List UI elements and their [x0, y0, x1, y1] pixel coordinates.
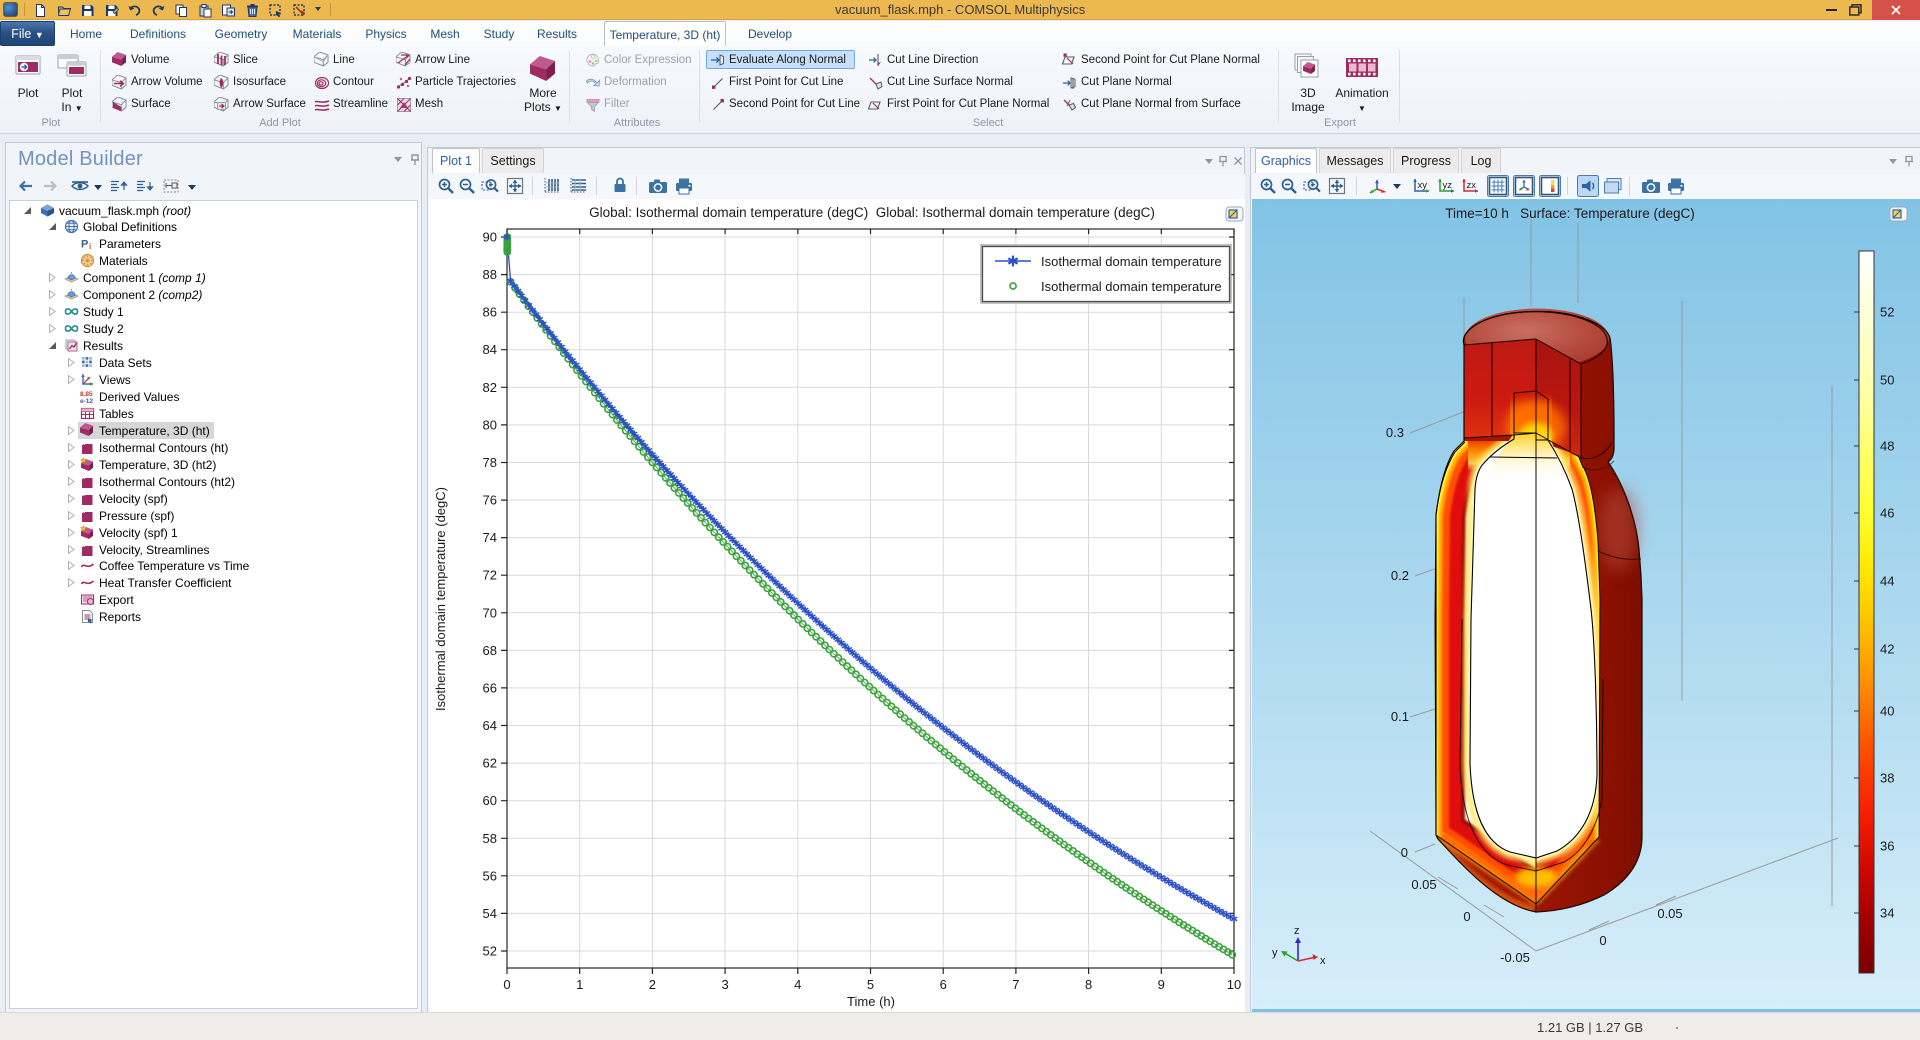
svg-text:9: 9 [1158, 977, 1165, 992]
svg-text:0.05: 0.05 [1657, 906, 1682, 921]
svg-text:x: x [1320, 955, 1326, 967]
svg-text:y: y [1272, 947, 1278, 959]
svg-text:0: 0 [1599, 933, 1606, 948]
svg-text:60: 60 [483, 793, 497, 808]
svg-text:40: 40 [1880, 704, 1894, 719]
svg-text:70: 70 [483, 605, 497, 620]
svg-text:*: * [81, 440, 86, 452]
svg-text:e-12: e-12 [80, 398, 93, 404]
svg-text:54: 54 [483, 906, 497, 921]
svg-text:52: 52 [483, 944, 497, 959]
svg-text:0: 0 [1401, 845, 1408, 860]
svg-text:52: 52 [1880, 305, 1894, 320]
svg-text:58: 58 [483, 831, 497, 846]
svg-text:i: i [89, 242, 91, 251]
svg-text:48: 48 [1880, 439, 1894, 454]
svg-text:62: 62 [483, 756, 497, 771]
svg-text:50: 50 [1880, 373, 1894, 388]
svg-text:10: 10 [1227, 977, 1241, 992]
svg-text:72: 72 [483, 568, 497, 583]
svg-text:zx: zx [1467, 180, 1477, 191]
svg-text:0.2: 0.2 [1391, 568, 1409, 583]
svg-text:64: 64 [483, 718, 497, 733]
svg-text:74: 74 [483, 530, 497, 545]
svg-text:68: 68 [483, 643, 497, 658]
svg-text:3: 3 [721, 977, 728, 992]
svg-text:78: 78 [483, 455, 497, 470]
svg-text:*: * [81, 491, 86, 503]
svg-text:0.1: 0.1 [1391, 709, 1409, 724]
svg-text:36: 36 [1880, 839, 1894, 854]
svg-text:84: 84 [483, 342, 497, 357]
svg-text:Isothermal domain temperature: Isothermal domain temperature [1041, 254, 1222, 269]
svg-text:90: 90 [483, 230, 497, 245]
svg-text:*: * [81, 474, 86, 486]
svg-text:42: 42 [1880, 642, 1894, 657]
svg-text:56: 56 [483, 868, 497, 883]
svg-text:46: 46 [1880, 506, 1894, 521]
svg-text:44: 44 [1880, 574, 1894, 589]
svg-text:Isothermal domain temperature: Isothermal domain temperature [1041, 279, 1222, 294]
svg-text:0.05: 0.05 [1411, 877, 1436, 892]
svg-text:P: P [81, 239, 88, 251]
svg-text:82: 82 [483, 380, 497, 395]
svg-text:1: 1 [576, 977, 583, 992]
svg-text:88: 88 [483, 267, 497, 282]
svg-text:4: 4 [794, 977, 801, 992]
svg-text:-0.05: -0.05 [1500, 950, 1530, 965]
svg-text:6: 6 [940, 977, 947, 992]
svg-text:5: 5 [867, 977, 874, 992]
svg-text:66: 66 [483, 680, 497, 695]
svg-text:2: 2 [649, 977, 656, 992]
svg-text:34: 34 [1880, 906, 1894, 921]
svg-text:0: 0 [1463, 909, 1470, 924]
svg-text:Isothermal domain temperature: Isothermal domain temperature (degC) [433, 487, 448, 711]
svg-text:xy: xy [1418, 180, 1428, 191]
svg-text:0.3: 0.3 [1386, 425, 1404, 440]
svg-text:*: * [81, 508, 86, 520]
svg-text:yz: yz [1443, 180, 1453, 191]
svg-text:76: 76 [483, 493, 497, 508]
svg-text:38: 38 [1880, 771, 1894, 786]
svg-text:0: 0 [503, 977, 510, 992]
svg-text:8.85: 8.85 [80, 391, 93, 398]
svg-text:Time=10 h Surface: Temperatu: Time=10 h Surface: Temperature (degC) [1445, 206, 1695, 221]
svg-text:z: z [1294, 925, 1300, 937]
svg-text:86: 86 [483, 305, 497, 320]
svg-text:7: 7 [1012, 977, 1019, 992]
svg-text:80: 80 [483, 417, 497, 432]
svg-text:*: * [81, 542, 86, 554]
svg-text:Time (h): Time (h) [847, 994, 895, 1009]
svg-text:Global: Isothermal domain temp: Global: Isothermal domain temperature (d… [589, 205, 1155, 220]
svg-text:8: 8 [1085, 977, 1092, 992]
